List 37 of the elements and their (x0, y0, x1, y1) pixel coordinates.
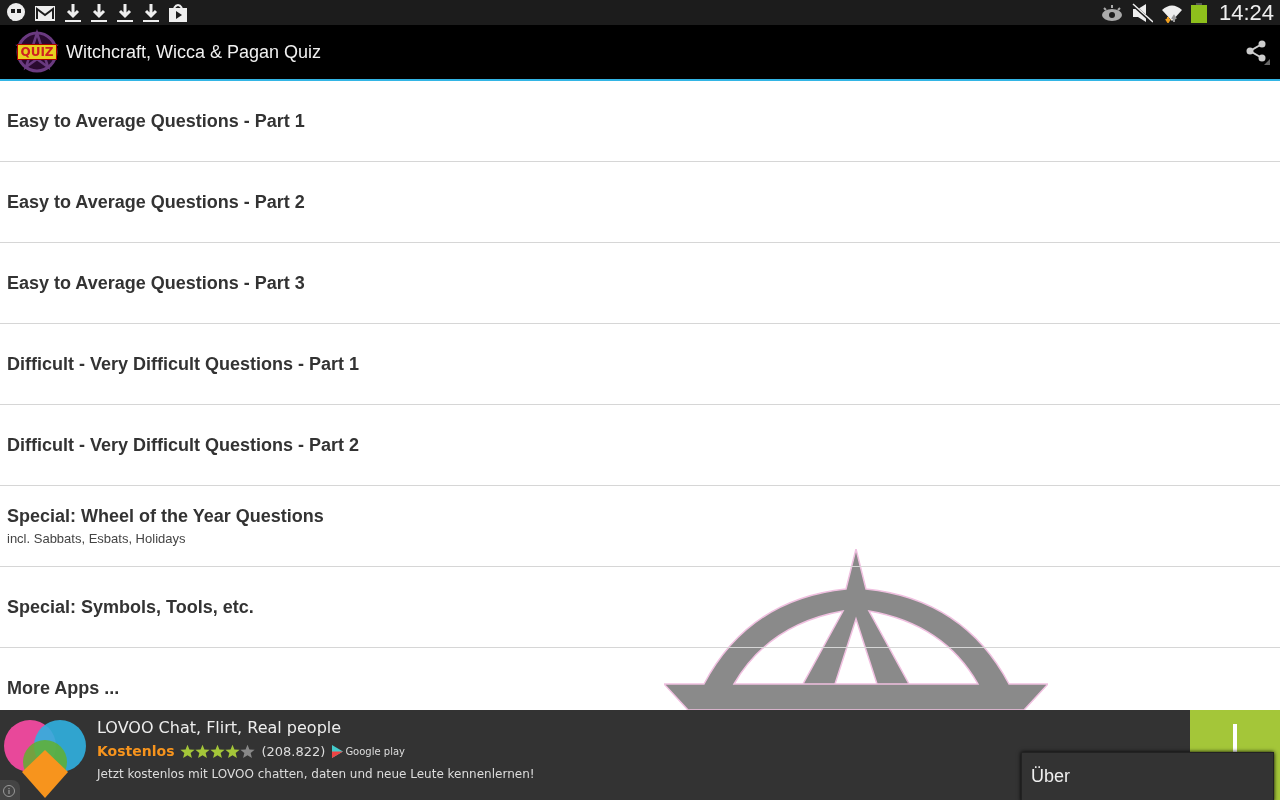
menu-item[interactable]: Über (1022, 753, 1273, 800)
clock-time: 14:24 (1218, 0, 1274, 26)
download-icon (142, 2, 160, 23)
item-title: Easy to Average Questions - Part 3 (7, 272, 305, 294)
item-title: Difficult - Very Difficult Questions - Part 1 (7, 353, 360, 375)
star-icon (225, 743, 241, 759)
item-title: Easy to Average Questions - Part 1 (7, 110, 305, 132)
store-badge: Google play (331, 744, 405, 758)
download-icon (116, 2, 134, 23)
item-subtitle: incl. Sabbats, Esbats, Holidays (7, 531, 186, 546)
quiz-menu-item[interactable]: Special: Symbols, Tools, etc. (0, 567, 1280, 648)
item-title: More Apps ... (7, 677, 120, 699)
quiz-menu-item[interactable]: Easy to Average Questions - Part 3 (0, 243, 1280, 324)
quiz-menu-item[interactable]: Easy to Average Questions - Part 2 (0, 162, 1280, 243)
item-title: Special: Symbols, Tools, etc. (7, 596, 254, 618)
app-title: Witchcraft, Wicca & Pagan Quiz (66, 41, 323, 63)
quiz-menu-item[interactable]: Difficult - Very Difficult Questions - Part 2 (0, 405, 1280, 486)
app-logo: QUIZ (14, 29, 60, 75)
item-title: Easy to Average Questions - Part 2 (7, 191, 305, 213)
quiz-menu-item[interactable]: Special: Wheel of the Year Questions incl. Sabbats, Esbats, Holidays (0, 486, 1280, 567)
quiz-menu-item[interactable]: Easy to Average Questions - Part 1 (0, 81, 1280, 162)
quiz-menu-item[interactable]: Difficult - Very Difficult Questions - Part 1 (0, 324, 1280, 405)
download-icon (90, 2, 108, 23)
star-icon (240, 743, 256, 759)
star-icon (195, 743, 211, 759)
price-label: Kostenlos (97, 743, 175, 759)
item-title: Special: Wheel of the Year Questions (7, 506, 324, 527)
ad-description: Jetzt kostenlos mit LOVOO chatten, daten und neue Leute kennenlernen! (97, 767, 535, 781)
share-icon[interactable] (1244, 39, 1270, 65)
ad-title[interactable]: LOVOO Chat, Flirt, Real people (97, 718, 342, 737)
star-icon (210, 743, 226, 759)
download-icon (64, 2, 82, 23)
battery-icon (1190, 2, 1207, 23)
info-icon[interactable] (0, 780, 20, 800)
item-title: Difficult - Very Difficult Questions - Part 2 (7, 434, 360, 456)
star-icon (180, 743, 196, 759)
rating-count: (208.822) (261, 743, 326, 759)
